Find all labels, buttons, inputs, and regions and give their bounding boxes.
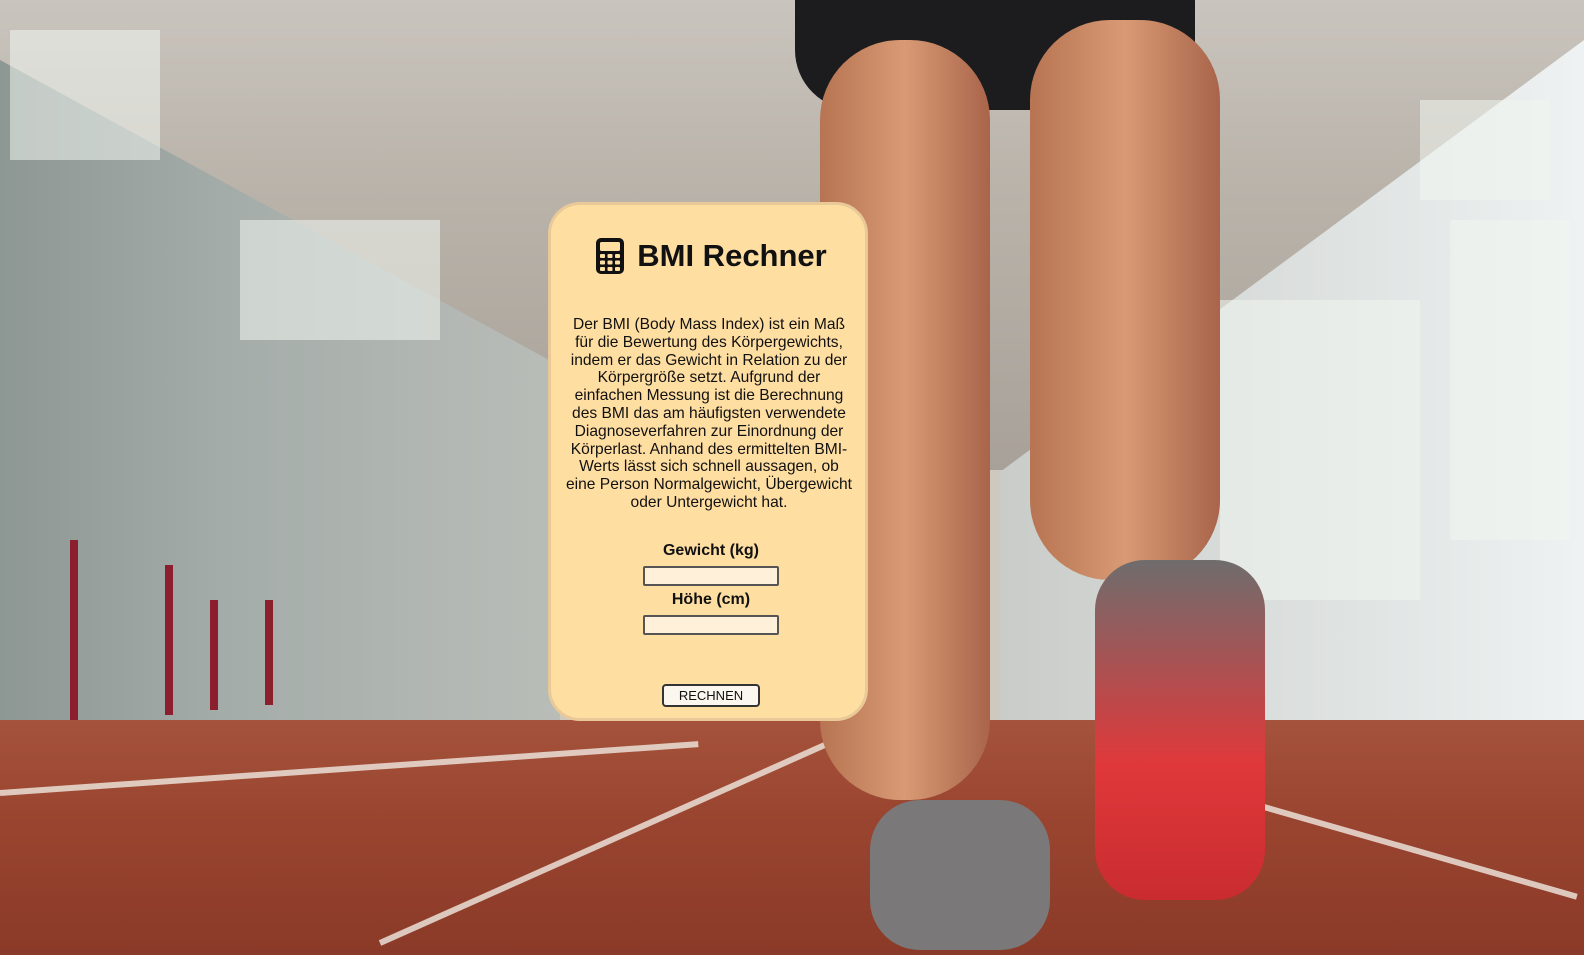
background-runner-leg [1030, 20, 1220, 580]
background-window [240, 220, 440, 340]
background-window [1420, 100, 1550, 200]
weight-label: Gewicht (kg) [662, 542, 759, 559]
background-hurdle [210, 600, 218, 710]
height-input[interactable] [643, 615, 779, 635]
background-runner-shoe [870, 800, 1050, 950]
background-hurdle [70, 540, 78, 720]
background-window [1450, 220, 1570, 540]
page-background: BMI Rechner Der BMI (Body Mass Index) is… [0, 0, 1584, 955]
background-hurdle [165, 565, 173, 715]
title-row: BMI Rechner [551, 237, 871, 275]
bmi-description: Der BMI (Body Mass Index) ist ein Maß fü… [565, 316, 853, 511]
background-window [1220, 300, 1420, 600]
background-hurdle [265, 600, 273, 705]
background-window [10, 30, 160, 160]
bmi-card: BMI Rechner Der BMI (Body Mass Index) is… [548, 202, 868, 721]
background-runner-shoe [1095, 560, 1265, 900]
page-title: BMI Rechner [637, 238, 827, 273]
calculator-icon [595, 237, 625, 275]
calculate-button[interactable]: RECHNEN [662, 684, 760, 707]
weight-input[interactable] [643, 566, 779, 586]
height-label: Höhe (cm) [671, 591, 751, 608]
